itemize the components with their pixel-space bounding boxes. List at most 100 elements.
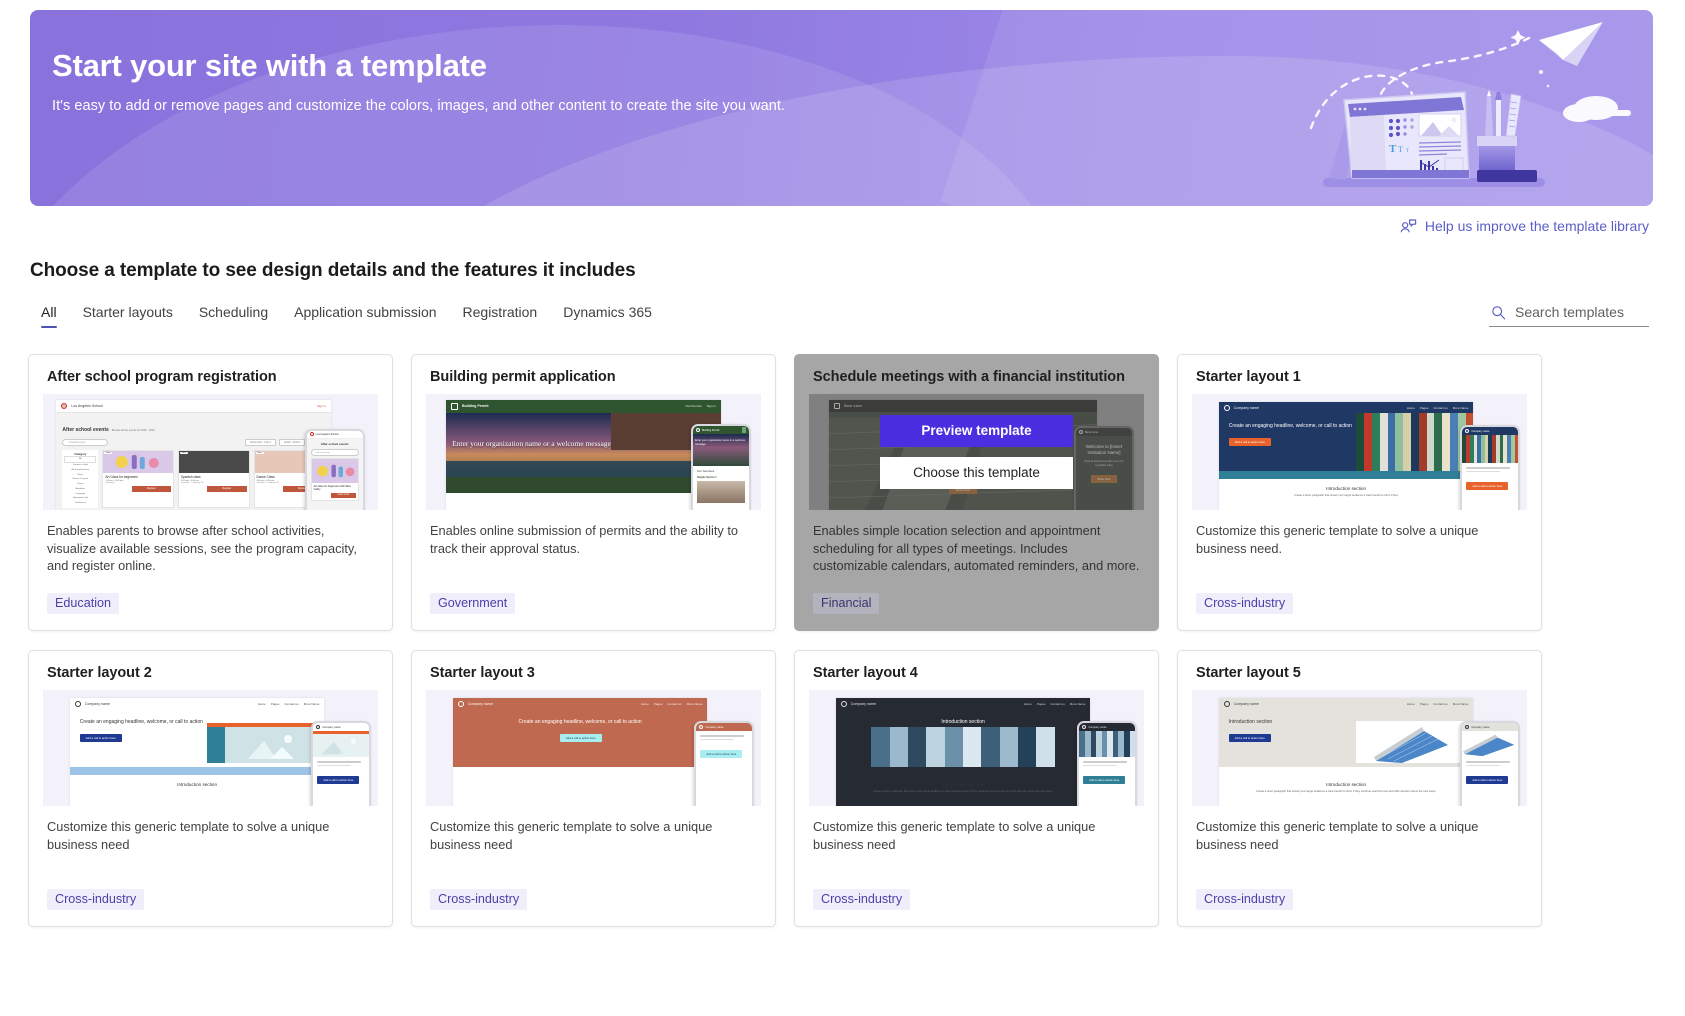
mock-phone-cta: Add a call to action here [1466,775,1509,784]
mock-intro-body: Create a short paragraph that shows your… [1294,494,1399,498]
mock-phone-brand: Los Angeles School [315,432,339,436]
template-thumbnail[interactable]: Company name Home Pages Contact us More Name… [1192,690,1527,806]
mock-brand: Los Angeles School [71,403,103,408]
template-card[interactable]: Starter layout 5 Company name Home Pages Con… [1177,650,1542,927]
template-preview-mock: Company name Home Pages Contact us More Name… [426,690,761,806]
mock-logo-icon [451,402,459,410]
mock-intro-body: Create a short paragraph that shows your… [872,790,1054,794]
mock-intro-body: Create a short paragraph that shows your… [1255,790,1437,794]
mock-brand: Building Permit [462,404,489,409]
template-card-description: Enables simple location selection and ap… [813,523,1140,573]
mock-brand: Company name [850,701,876,706]
mock-phone: Building Permit Enter your organization n… [690,424,751,510]
mock-brand: Company name [84,701,110,706]
tab-scheduling[interactable]: Scheduling [186,300,281,332]
template-card[interactable]: Starter layout 1 Company name Home Pages Con… [1177,354,1542,631]
mock-phone-logo-icon [316,725,321,730]
tab-dynamics-365[interactable]: Dynamics 365 [550,300,665,332]
template-card[interactable]: Starter layout 4 Company name Home Pages Con… [794,650,1159,927]
mock-nav-item: Home [257,701,266,706]
mock-nav-item: Home [1406,701,1415,706]
mock-class-card: New Art Class for beginners 7:00 pm - 8:00… [102,449,174,508]
template-preview-mock: Los Angeles School Sign in After school ev… [43,394,378,510]
template-card-title: Starter layout 3 [430,665,535,681]
page-title: Start your site with a template [52,48,487,83]
mock-nav-item: Our Permits [685,404,702,409]
template-thumbnail[interactable]: Bank name Book Now Bank name Welcome to [In… [809,394,1144,510]
svg-text:T: T [1398,145,1403,154]
mock-brand: Company name [467,701,493,706]
template-thumbnail[interactable]: Company name Home Pages Contact us More Name… [43,690,378,806]
mock-logo-icon [840,700,847,707]
template-preview-mock: Building Permit Our Permits Sign in Enter y… [426,394,761,510]
mock-phone-logo-icon [695,428,700,433]
mock-phone-headline: After school events [320,441,349,446]
mock-phone-headline: Enter your organization name or a welcom… [694,439,746,446]
mock-nav-item: More Name [1069,701,1086,706]
mock-phone-cta: Add a call to action here [700,749,743,758]
template-thumbnail[interactable]: Company name Home Pages Contact us More Name… [1192,394,1527,510]
template-thumbnail[interactable]: Building Permit Our Permits Sign in Enter y… [426,394,761,510]
template-tag-wrap: Cross-industry [1196,889,1294,910]
mock-phone-cta: Add a call to action here [1466,481,1509,490]
mock-phone-brand: Company name [705,725,724,729]
preview-template-button[interactable]: Preview template [880,415,1073,447]
mock-intro-title: Introduction section [943,782,984,788]
search-templates-box[interactable] [1489,300,1649,327]
mock-phone: Company name Add a call to action here [1077,721,1138,806]
tab-starter-layouts[interactable]: Starter layouts [70,300,186,332]
tab-registration[interactable]: Registration [450,300,551,332]
template-hover-actions: Preview template Choose this template [809,394,1144,510]
template-card-title: After school program registration [47,369,277,385]
tab-application-submission[interactable]: Application submission [281,300,449,332]
template-card[interactable]: Starter layout 2 Company name Home Pages Con… [28,650,393,927]
template-thumbnail[interactable]: Los Angeles School Sign in After school ev… [43,394,378,510]
template-tag: Financial [813,593,880,614]
mock-logo-icon [1223,700,1230,707]
mock-nav-item: Contact us [1433,701,1448,706]
template-card-title: Starter layout 5 [1196,665,1301,681]
template-card-description: Customize this generic template to solve… [1196,523,1479,556]
template-tag-wrap: Education [47,593,120,614]
template-card[interactable]: After school program registration Los Ang… [28,354,393,631]
template-card[interactable]: Starter layout 3 Company name Home Pages Con… [411,650,776,927]
template-thumbnail[interactable]: Company name Home Pages Contact us More Name… [426,690,761,806]
template-card[interactable]: Building permit application Building Perm… [411,354,776,631]
template-card[interactable]: Schedule meetings with a financial insti… [794,354,1159,631]
template-card-description: Customize this generic template to solve… [430,819,713,852]
template-tag-wrap: Cross-industry [813,889,911,910]
mock-desktop: Company name Home Pages Contact us More Name… [452,698,708,806]
template-thumbnail[interactable]: Company name Home Pages Contact us More Name… [809,690,1144,806]
template-tag-wrap: Cross-industry [430,889,528,910]
template-card-description: Customize this generic template to solve… [813,819,1096,852]
mock-phone-brand: Company name [1471,429,1490,433]
mock-search-field: ⚲ Search event [62,438,109,446]
help-improve-template-library-link[interactable]: Help us improve the template library [1400,218,1649,234]
template-card-title: Starter layout 4 [813,665,918,681]
mock-phone-brand: Building Permit [701,428,720,432]
template-tag-wrap: Financial [813,593,880,614]
template-preview-mock: Company name Home Pages Contact us More Name… [1192,394,1527,510]
mock-brand: Company name [1233,405,1259,410]
mock-phone-cta: Learn more [331,492,356,498]
mock-phone: Company name Add a call to action here [1460,425,1521,510]
tab-all[interactable]: All [28,300,70,332]
mock-phone-brand: Company name [322,725,341,729]
hero-banner: Start your site with a template It's eas… [30,10,1653,206]
mock-desktop: Company name Home Pages Contact us More Name… [835,698,1091,806]
mock-nav-item: Contact us [1050,701,1065,706]
mock-phone: Company name Add a call to action here [1460,721,1521,806]
mock-filter: Winter (Dec - Feb) ▾ [245,438,276,446]
mock-intro-title: Introduction section [1326,782,1367,788]
choose-this-template-button[interactable]: Choose this template [880,457,1073,489]
mock-nav-item: Home [1023,701,1032,706]
mock-nav-item: Contact us [284,701,299,706]
mock-headline: After school events [62,426,109,433]
mock-register-button: Register [207,485,247,492]
search-input[interactable] [1515,304,1647,320]
svg-text:T: T [1389,143,1397,155]
mock-subhead: Browse all the events for 2021 - 2022 [111,428,155,432]
template-card-description: Customize this generic template to solve… [47,819,330,852]
mock-desktop: Company name Home Pages Contact us More Name… [69,698,325,806]
search-icon [1491,305,1506,320]
